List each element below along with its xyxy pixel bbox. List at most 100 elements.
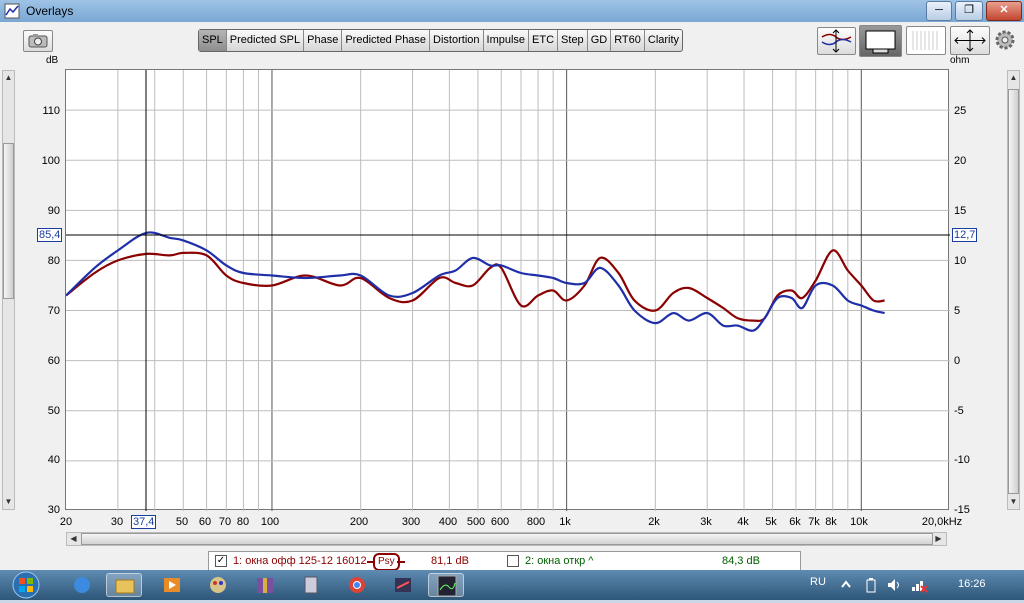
limits-icon [865,30,896,54]
y2-tick-label: -5 [954,405,964,417]
x-tick-label: 200 [349,516,369,528]
tab-phase[interactable]: Phase [304,30,343,51]
network-status-icon[interactable] [910,577,928,593]
x-tick-label: 20 [59,516,73,528]
tab-step[interactable]: Step [558,30,588,51]
x-tick-label: 1k [559,516,571,528]
tab-etc[interactable]: ETC [529,30,559,51]
window-title: Overlays [26,4,74,18]
y-tick-label: 70 [47,305,60,317]
graph-layout-icon [912,31,938,50]
x-tick-label: 20,0kHz [921,516,963,528]
paint-icon [210,577,226,593]
x-tick-label: 500 [466,516,486,528]
y2-tick-label: 20 [954,155,967,167]
system-clock[interactable]: 16:26 [958,578,986,590]
measurement-2-checkbox[interactable] [507,555,519,567]
media-player-icon [164,578,180,592]
zoom-pan-button[interactable] [950,26,990,55]
scroll-up-arrow[interactable]: ▲ [3,71,14,85]
minimize-button[interactable]: ─ [926,1,952,21]
taskbar-paint[interactable] [200,573,236,597]
x-tick-label: 5k [765,516,777,528]
y2-tick-label: 5 [954,305,961,317]
taskbar-network-tool[interactable] [385,573,421,597]
y-tick-label: 40 [47,454,60,466]
y2-tick-label: -15 [954,504,970,516]
graph-type-tabs: SPL Predicted SPL Phase Predicted Phase … [198,29,684,52]
y2-tick-label: 15 [954,205,967,217]
settings-gear-icon [995,30,1015,50]
battery-icon[interactable] [864,577,878,593]
left-vertical-scrollbar[interactable]: ▲ ▼ [2,70,15,510]
measurement-legend: ✓ 1: окна офф 125-12 16012 Psy 81,1 dB 2… [208,551,801,571]
settings-button[interactable] [992,28,1018,52]
x-tick-label: 8k [825,516,837,528]
taskbar-calculator[interactable] [293,573,329,597]
y2-tick-label: 0 [954,355,961,367]
x-tick-label: 10k [850,516,868,528]
right-vertical-scrollbar[interactable]: ▲ ▼ [1007,70,1020,510]
y-tick-label: 90 [47,205,60,217]
tab-rt60[interactable]: RT60 [611,30,645,51]
volume-icon[interactable] [886,577,902,593]
start-button[interactable] [6,570,46,600]
tab-predicted-spl[interactable]: Predicted SPL [227,30,305,51]
language-indicator[interactable]: RU [810,576,826,588]
graph-plot-area[interactable] [65,69,950,511]
title-bar[interactable]: Overlays ─ ❐ ✕ [0,0,1024,22]
measurement-1-checkbox[interactable]: ✓ [215,555,227,567]
y2-tick-label: -10 [954,454,970,466]
y-tick-label: 50 [47,405,60,417]
scroll-down-arrow[interactable]: ▼ [3,495,14,509]
x-tick-label: 600 [490,516,510,528]
tab-impulse[interactable]: Impulse [484,30,530,51]
measurement-1-label: 1: окна офф 125-12 16012 [233,555,367,567]
left-axis-unit: dB [46,55,59,66]
tab-spl[interactable]: SPL [199,30,227,51]
scroll-up-arrow[interactable]: ▲ [1008,71,1019,85]
scroll-left-arrow[interactable]: ◀ [68,532,79,546]
x-tick-label: 50 [175,516,189,528]
taskbar-rew[interactable] [428,573,464,597]
scroll-thumb[interactable] [3,143,14,299]
taskbar-chrome[interactable] [339,573,375,597]
spl-chart[interactable] [65,70,950,511]
tab-clarity[interactable]: Clarity [645,30,682,51]
taskbar-explorer[interactable] [64,573,100,597]
limits-button[interactable] [859,25,902,57]
scroll-thumb[interactable] [1008,89,1019,494]
taskbar-archive[interactable] [247,573,283,597]
archive-icon [257,578,273,593]
close-button[interactable]: ✕ [986,1,1022,21]
camera-button[interactable] [23,30,53,52]
folder-icon [115,579,135,594]
x-tick-label: 30 [110,516,124,528]
scroll-thumb[interactable] [81,533,933,545]
maximize-button[interactable]: ❐ [955,1,983,21]
tab-predicted-phase[interactable]: Predicted Phase [342,30,431,51]
windows-logo-icon [12,571,40,599]
calculator-icon [304,576,318,594]
x-tick-label: 7k [808,516,820,528]
rew-icon [437,575,457,597]
smoothing-badge[interactable]: Psy [373,553,400,571]
tab-distortion[interactable]: Distortion [430,30,484,51]
graph-layout-button[interactable] [906,26,946,55]
taskbar-folder[interactable] [106,573,142,597]
x-tick-label: 300 [401,516,421,528]
zoom-pan-icon [954,29,986,52]
controls-button[interactable] [817,27,856,55]
tab-gd[interactable]: GD [588,30,612,51]
explorer-icon [74,577,90,593]
measurement-2-label: 2: окна откр ^ [525,555,594,567]
measurement-1-value: 81,1 dB [431,555,469,567]
scroll-down-arrow[interactable]: ▼ [1008,495,1019,509]
x-tick-label: 6k [789,516,801,528]
taskbar-media-player[interactable] [154,573,190,597]
scroll-right-arrow[interactable]: ▶ [933,532,944,546]
controls-icon [821,29,852,53]
x-tick-label: 400 [438,516,458,528]
horizontal-scrollbar[interactable]: ◀ ▶ [66,532,947,546]
show-hidden-icons-icon[interactable] [840,579,852,591]
